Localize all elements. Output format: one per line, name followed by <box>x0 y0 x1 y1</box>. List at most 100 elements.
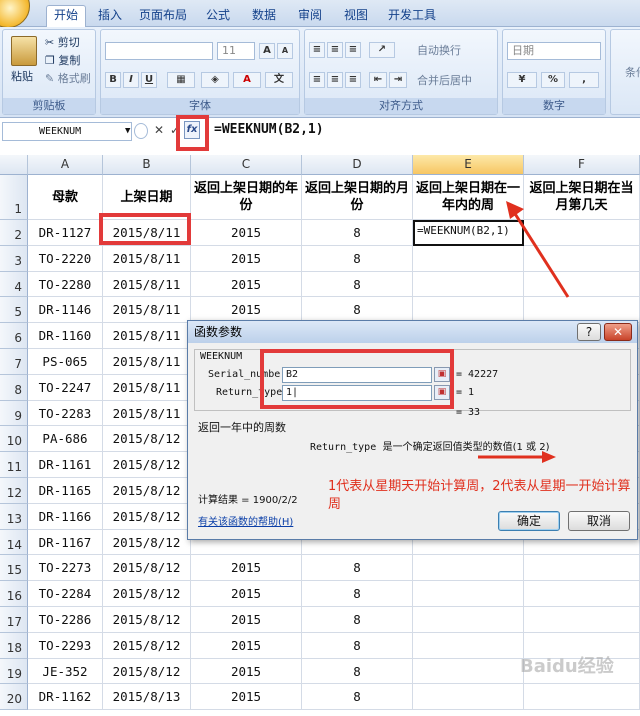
cell-f20[interactable] <box>524 684 640 711</box>
comma-style-button[interactable]: , <box>569 72 599 88</box>
cell-a9[interactable]: TO-2283 <box>28 400 103 427</box>
align-middle-button[interactable]: ≡ <box>327 42 343 58</box>
cell-c19[interactable]: 2015 <box>191 658 302 685</box>
row-header-1[interactable]: 1 <box>0 175 28 220</box>
cell-e16[interactable] <box>413 581 524 607</box>
number-format-box[interactable]: 日期 <box>507 42 601 60</box>
cell-a2[interactable]: DR-1127 <box>28 220 103 246</box>
row-header-4[interactable]: 4 <box>0 271 28 298</box>
row-header-13[interactable]: 13 <box>0 503 28 530</box>
underline-button[interactable]: U <box>141 72 157 88</box>
font-size-box[interactable]: 11 <box>217 42 255 60</box>
cell-a15[interactable]: TO-2273 <box>28 555 103 582</box>
tab-page-layout[interactable]: 页面布局 <box>138 6 188 27</box>
cell-b14[interactable]: 2015/8/12 <box>103 529 191 556</box>
cell-a6[interactable]: DR-1160 <box>28 323 103 349</box>
cancel-button[interactable]: 取消 <box>568 511 630 531</box>
decrease-indent-button[interactable]: ⇤ <box>369 72 387 88</box>
border-button[interactable]: ▦ <box>167 72 195 88</box>
currency-button[interactable]: ¥ <box>507 72 537 88</box>
cell-a8[interactable]: TO-2247 <box>28 374 103 401</box>
increase-indent-button[interactable]: ⇥ <box>389 72 407 88</box>
font-name-box[interactable] <box>105 42 213 60</box>
wrap-text-button[interactable]: 自动换行 <box>417 44 461 58</box>
row-header-9[interactable]: 9 <box>0 400 28 427</box>
header-cell-month[interactable]: 返回上架日期的月份 <box>302 175 413 220</box>
grow-font-button[interactable]: A <box>259 43 275 59</box>
cell-b16[interactable]: 2015/8/12 <box>103 581 191 607</box>
row-header-12[interactable]: 12 <box>0 478 28 504</box>
cut-button[interactable]: ✂ 剪切 <box>45 36 80 50</box>
phonetic-button[interactable]: 文 <box>265 72 293 88</box>
cell-a7[interactable]: PS-065 <box>28 349 103 375</box>
cell-b12[interactable]: 2015/8/12 <box>103 478 191 504</box>
tab-review[interactable]: 审阅 <box>292 6 328 27</box>
bold-button[interactable]: B <box>105 72 121 88</box>
cell-b7[interactable]: 2015/8/11 <box>103 349 191 375</box>
cell-a12[interactable]: DR-1165 <box>28 478 103 504</box>
cell-b3[interactable]: 2015/8/11 <box>103 245 191 272</box>
cell-b8[interactable]: 2015/8/11 <box>103 374 191 401</box>
cell-c18[interactable]: 2015 <box>191 632 302 659</box>
cell-b5[interactable]: 2015/8/11 <box>103 297 191 324</box>
cell-c3[interactable]: 2015 <box>191 245 302 272</box>
cell-d19[interactable]: 8 <box>302 658 413 685</box>
cell-b11[interactable]: 2015/8/12 <box>103 452 191 478</box>
cell-e20[interactable] <box>413 684 524 711</box>
cell-b20[interactable]: 2015/8/13 <box>103 684 191 711</box>
tab-data[interactable]: 数据 <box>246 6 282 27</box>
formula-bar-splitter[interactable] <box>134 123 148 139</box>
tab-view[interactable]: 视图 <box>338 6 374 27</box>
cell-c15[interactable]: 2015 <box>191 555 302 582</box>
fill-color-button[interactable]: ◈ <box>201 72 229 88</box>
tab-formulas[interactable]: 公式 <box>200 6 236 27</box>
cell-d4[interactable]: 8 <box>302 271 413 298</box>
office-button[interactable] <box>0 0 30 28</box>
cell-c2[interactable]: 2015 <box>191 220 302 246</box>
cell-d15[interactable]: 8 <box>302 555 413 582</box>
cell-b6[interactable]: 2015/8/11 <box>103 323 191 349</box>
row-header-10[interactable]: 10 <box>0 426 28 453</box>
column-header-e[interactable]: E <box>413 155 524 175</box>
align-bottom-button[interactable]: ≡ <box>345 42 361 58</box>
align-center-button[interactable]: ≡ <box>327 72 343 88</box>
tab-insert[interactable]: 插入 <box>92 6 128 27</box>
row-header-17[interactable]: 17 <box>0 607 28 633</box>
copy-button[interactable]: ❐ 复制 <box>45 54 80 68</box>
ok-button[interactable]: 确定 <box>498 511 560 531</box>
row-header-19[interactable]: 19 <box>0 658 28 685</box>
column-header-b[interactable]: B <box>103 155 191 175</box>
cell-a5[interactable]: DR-1146 <box>28 297 103 324</box>
cell-a3[interactable]: TO-2220 <box>28 245 103 272</box>
function-help-link[interactable]: 有关该函数的帮助(H) <box>198 513 293 528</box>
cell-c20[interactable]: 2015 <box>191 684 302 711</box>
cell-a4[interactable]: TO-2280 <box>28 271 103 298</box>
row-header-5[interactable]: 5 <box>0 297 28 324</box>
font-color-button[interactable]: A <box>233 72 261 88</box>
cell-b4[interactable]: 2015/8/11 <box>103 271 191 298</box>
cell-b18[interactable]: 2015/8/12 <box>103 632 191 659</box>
cell-c17[interactable]: 2015 <box>191 607 302 633</box>
cell-d18[interactable]: 8 <box>302 632 413 659</box>
row-header-7[interactable]: 7 <box>0 349 28 375</box>
format-painter-button[interactable]: ✎ 格式刷 <box>45 72 91 86</box>
cell-a17[interactable]: TO-2286 <box>28 607 103 633</box>
shrink-font-button[interactable]: A <box>277 43 293 59</box>
cell-d17[interactable]: 8 <box>302 607 413 633</box>
column-header-d[interactable]: D <box>302 155 413 175</box>
cell-e19[interactable] <box>413 658 524 685</box>
tab-developer[interactable]: 开发工具 <box>384 6 440 27</box>
cell-a11[interactable]: DR-1161 <box>28 452 103 478</box>
cell-b17[interactable]: 2015/8/12 <box>103 607 191 633</box>
paste-button[interactable]: 粘贴 <box>11 70 33 84</box>
conditional-format-button[interactable]: 条件 <box>625 66 640 80</box>
row-header-15[interactable]: 15 <box>0 555 28 582</box>
cell-a19[interactable]: JE-352 <box>28 658 103 685</box>
cell-f15[interactable] <box>524 555 640 582</box>
row-header-8[interactable]: 8 <box>0 374 28 401</box>
header-cell-year[interactable]: 返回上架日期的年份 <box>191 175 302 220</box>
cell-d2[interactable]: 8 <box>302 220 413 246</box>
cell-d20[interactable]: 8 <box>302 684 413 711</box>
column-header-a[interactable]: A <box>28 155 103 175</box>
cell-e15[interactable] <box>413 555 524 582</box>
